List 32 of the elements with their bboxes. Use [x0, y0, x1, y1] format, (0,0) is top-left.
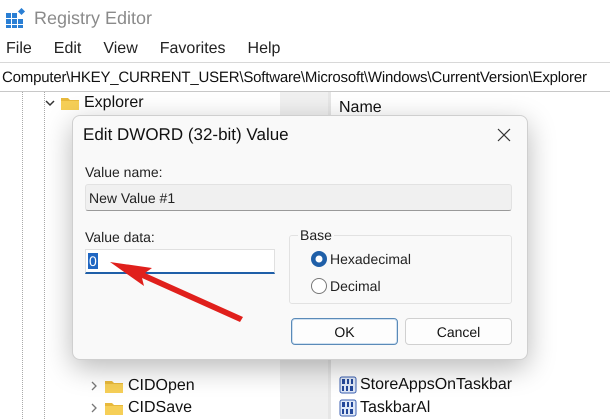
value-name[interactable]: StoreAppsOnTaskbar	[360, 376, 512, 394]
close-icon[interactable]	[497, 128, 511, 142]
radio-label[interactable]: Decimal	[330, 278, 381, 294]
field-label: Value name:	[85, 163, 164, 182]
group-label: Base	[299, 227, 333, 243]
binary-value-icon	[339, 376, 357, 394]
tree-item[interactable]: CIDSave	[128, 399, 192, 417]
radio-button[interactable]	[310, 276, 328, 294]
menu-item[interactable]: Favorites	[160, 40, 226, 58]
tree-item[interactable]: CIDOpen	[128, 377, 195, 395]
dialog-button[interactable]: OK	[291, 318, 398, 345]
folder-icon	[104, 400, 124, 416]
menu-item[interactable]: View	[103, 40, 138, 58]
tree-item[interactable]: Explorer	[84, 94, 144, 112]
value-data-field[interactable]: 0	[85, 249, 275, 274]
radio-label[interactable]: Hexadecimal	[330, 250, 411, 266]
menu-item[interactable]: Help	[248, 40, 280, 58]
value-name-field[interactable]: New Value #1	[85, 184, 512, 211]
registry-app-icon	[6, 8, 26, 28]
folder-icon	[104, 378, 124, 394]
menu-item[interactable]: File	[6, 40, 32, 58]
value-name[interactable]: TaskbarAl	[360, 398, 430, 416]
binary-value-icon	[339, 398, 357, 416]
address-bar[interactable]: Computer\HKEY_CURRENT_USER\Software\Microsoft\Windows\CurrentVersion\Explorer	[0, 62, 610, 92]
dialog-button[interactable]: Cancel	[405, 318, 512, 345]
dialog-title: Edit DWORD (32-bit) Value	[83, 125, 289, 145]
radio-button[interactable]	[310, 250, 328, 268]
menu-item[interactable]: Edit	[54, 40, 82, 58]
column-header[interactable]: Name	[339, 99, 382, 117]
field-label: Value data:	[85, 228, 156, 247]
folder-icon	[60, 95, 80, 111]
window-title: Registry Editor	[34, 8, 152, 28]
